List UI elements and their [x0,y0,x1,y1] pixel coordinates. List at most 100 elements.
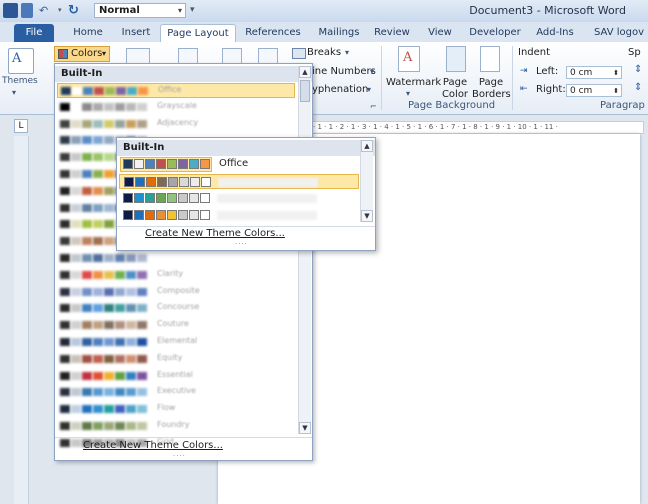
tab-page-layout[interactable]: Page Layout [160,24,236,42]
watermark-icon[interactable]: A [398,46,420,72]
color-swatch [60,237,70,246]
vertical-ruler[interactable] [14,136,29,504]
color-swatch [93,338,103,346]
color-swatch [104,136,114,145]
theme-color-row[interactable]: Concourse [57,301,295,316]
watermark-dropdown-icon[interactable]: ▾ [406,89,410,98]
color-swatch [126,422,136,430]
themes-dropdown-icon[interactable]: ▾ [12,88,16,97]
theme-color-row[interactable]: Composite [57,285,295,300]
popup-resize-grip-icon[interactable]: ···· [235,240,248,248]
color-swatch [137,270,147,279]
theme-color-row[interactable]: Clarity [57,268,295,283]
themes-button-label[interactable]: Themes [2,76,38,86]
color-swatch [104,321,114,330]
indent-right-icon: ⇤ [520,84,528,94]
popup-theme-row[interactable] [119,174,359,189]
theme-color-row[interactable]: Office [57,83,295,98]
scroll-up-icon[interactable]: ▲ [361,140,373,152]
indent-right-input[interactable]: 0 cm ⬍ [566,84,622,97]
horizontal-ruler[interactable]: · 1 · 1 · 2 · 1 · 3 · 1 · 4 · 1 · 5 · 1 … [312,121,644,134]
themes-icon[interactable]: A [8,48,34,74]
style-combo-box[interactable]: Normal ▾ [94,3,186,18]
create-new-theme-colors-item[interactable]: Create New Theme Colors... [83,440,223,451]
indent-left-input[interactable]: 0 cm ⬍ [566,66,622,79]
tab-references[interactable]: References [238,24,308,42]
popup-theme-row[interactable] [119,208,359,223]
tab-developer[interactable]: Developer [466,24,524,42]
tab-sav-logov[interactable]: SAV logov [590,24,648,42]
breaks-dropdown-icon[interactable]: ▾ [345,48,349,57]
customize-toolbar-icon[interactable]: ▾ [190,3,200,18]
theme-color-row[interactable] [57,251,295,266]
color-swatch [138,87,148,95]
save-icon[interactable] [21,3,33,18]
color-swatch [93,321,103,330]
theme-color-row[interactable]: Essential [57,369,295,384]
tab-file[interactable]: File [14,24,54,42]
word-app-icon[interactable] [3,3,18,18]
page-color-icon[interactable] [446,46,466,72]
hyphenation-dropdown-icon[interactable]: ▾ [367,85,371,94]
watermark-button[interactable]: Watermark [386,77,441,88]
scroll-down-icon[interactable]: ▼ [361,210,373,222]
color-swatch [134,210,144,220]
color-swatch [104,220,114,229]
tab-add-ins[interactable]: Add-Ins [530,24,580,42]
popup-scrollbar[interactable]: ▲ ▼ [360,140,373,222]
color-swatch [104,203,114,212]
color-swatch [189,210,199,220]
theme-color-row[interactable]: Executive [57,385,295,400]
color-swatch [145,193,155,203]
color-swatch [104,287,114,296]
popup-create-new-theme-colors-label: Create New Theme Colors... [145,228,285,239]
color-swatch [105,87,115,95]
spacing-label: Sp [628,47,641,58]
theme-color-row[interactable]: Couture [57,318,295,333]
tab-view[interactable]: View [422,24,458,42]
tab-home[interactable]: Home [66,24,110,42]
scroll-thumb[interactable] [300,80,310,102]
line-numbers-dropdown-icon[interactable]: ▾ [370,67,374,76]
color-swatch [115,321,125,330]
spinner-arrows-icon[interactable]: ⬍ [613,85,619,98]
breaks-button[interactable]: Breaks [307,47,341,58]
ruler-tab-selector[interactable]: L [14,119,28,133]
undo-dropdown-icon[interactable]: ▾ [58,3,64,18]
hyphenation-button[interactable]: yphenation [312,84,368,95]
scroll-down-icon[interactable]: ▼ [299,422,311,434]
popup-theme-row[interactable]: Office [119,157,359,172]
scroll-up-icon[interactable]: ▲ [299,66,311,78]
color-swatch [82,170,92,178]
theme-color-row[interactable]: Equity [57,352,295,367]
page-borders-icon[interactable] [480,46,500,72]
color-swatch [104,170,114,178]
line-numbers-button[interactable]: ine Numbers [312,66,376,77]
popup-create-new-theme-colors-item[interactable]: Create New Theme Colors... [145,228,285,239]
resize-grip-icon[interactable]: ···· [173,452,186,460]
indent-left-icon: ⇥ [520,66,528,76]
theme-color-row[interactable]: Grayscale [57,100,295,115]
undo-icon[interactable]: ↶ [39,3,53,18]
tab-insert[interactable]: Insert [112,24,160,42]
colors-button[interactable]: Colors ▾ [54,46,110,62]
color-swatch [189,193,199,203]
popup-theme-row[interactable] [119,191,359,206]
color-swatch [104,153,114,162]
page-color-button[interactable]: Page Color [438,77,472,101]
tab-review[interactable]: Review [370,24,414,42]
page-setup-launcher-icon[interactable]: ⌐ [370,102,377,111]
page-borders-button[interactable]: Page Borders [472,77,511,101]
color-swatch [145,210,155,220]
theme-color-row[interactable]: Elemental [57,335,295,350]
color-swatch [93,136,103,145]
style-value: Normal [99,5,140,16]
theme-color-row[interactable]: Foundry [57,419,295,434]
color-swatch [178,210,188,220]
tab-mailings[interactable]: Mailings [310,24,368,42]
redo-icon[interactable]: ↻ [68,3,84,18]
theme-color-row[interactable]: Adjacency [57,117,295,132]
spinner-arrows-icon[interactable]: ⬍ [613,67,619,80]
theme-color-row[interactable]: Flow [57,402,295,417]
color-swatch [104,388,114,397]
